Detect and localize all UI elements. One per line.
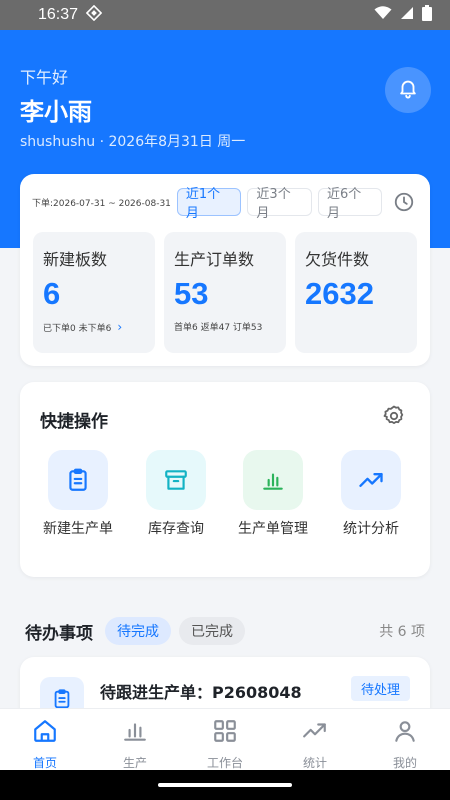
tab-workbench[interactable]: 工作台 (180, 709, 270, 770)
home-icon (32, 718, 58, 748)
quick-actions-title: 快捷操作 (40, 412, 108, 432)
settings-gear-icon[interactable] (382, 404, 406, 428)
bell-icon (397, 77, 419, 103)
bar-chart-icon (243, 450, 303, 510)
quick-statistics-analysis[interactable]: 统计分析 (326, 450, 416, 538)
notification-button[interactable] (385, 67, 431, 113)
quick-inventory-query[interactable]: 库存查询 (131, 450, 221, 538)
stat-value: 53 (174, 276, 209, 311)
quick-action-label: 新建生产单 (43, 521, 113, 537)
grid-icon (212, 718, 238, 748)
archive-box-icon (146, 450, 206, 510)
quick-actions-card: 快捷操作 新建生产单 库存查询 生产单管理 统计分析 (20, 382, 430, 577)
chevron-right-icon[interactable]: › (117, 320, 122, 334)
tab-label: 统计 (302, 756, 327, 770)
filter-completed[interactable]: 已完成 (179, 617, 245, 645)
todo-item-title: 待跟进生产单：P2608048 (100, 683, 302, 702)
stat-sub-text: 首单6 返单47 订单53 (174, 323, 263, 333)
stat-production-orders[interactable]: 生产订单数 53 首单6 返单47 订单53 (164, 232, 286, 353)
quick-new-production-order[interactable]: 新建生产单 (33, 450, 123, 538)
quick-action-label: 库存查询 (148, 521, 204, 537)
range-1-month[interactable]: 近1个月 (176, 187, 242, 221)
stats-card: 下单:2026-07-31 ~ 2026-08-31 近1个月 近3个月 近6个… (20, 174, 430, 366)
filter-pending[interactable]: 待完成 (105, 617, 171, 645)
quick-action-label: 生产单管理 (238, 521, 308, 537)
tab-label: 首页 (32, 756, 57, 770)
stat-sub-text: 已下单0 未下单6 (43, 323, 112, 334)
user-icon (392, 718, 418, 748)
stat-value: 2632 (305, 276, 374, 311)
date-range-row: 下单:2026-07-31 ~ 2026-08-31 近1个月 近3个月 近6个… (32, 187, 418, 221)
status-badge: 待处理 (350, 676, 410, 701)
status-bar: 16:37 (0, 0, 450, 30)
clock-icon[interactable] (390, 188, 418, 216)
stat-label: 新建板数 (43, 250, 108, 269)
greeting-text: 下午好 (20, 68, 69, 87)
trend-up-icon (301, 718, 329, 748)
date-range-text: 下单:2026-07-31 ~ 2026-08-31 (32, 198, 171, 209)
tab-statistics[interactable]: 统计 (270, 709, 360, 770)
todo-count: 共 6 项 (379, 624, 425, 640)
range-6-months[interactable]: 近6个月 (317, 187, 383, 221)
tab-home[interactable]: 首页 (0, 709, 90, 770)
home-gesture-handle[interactable] (158, 783, 292, 787)
stat-value: 6 (43, 276, 61, 311)
tab-label: 工作台 (206, 756, 243, 770)
tab-profile[interactable]: 我的 (360, 709, 450, 770)
user-name: 李小雨 (20, 98, 92, 126)
system-navigation-bar (0, 770, 450, 800)
stat-label: 欠货件数 (305, 250, 370, 269)
todo-header: 待办事项 待完成 已完成 共 6 项 (25, 617, 425, 645)
battery-icon (422, 5, 432, 25)
quick-production-management[interactable]: 生产单管理 (228, 450, 318, 538)
stat-backorder-items[interactable]: 欠货件数 2632 (295, 232, 417, 353)
app-notification-icon (85, 4, 103, 25)
bottom-tab-bar: 首页 生产 工作台 统计 我的 (0, 708, 450, 770)
quick-action-label: 统计分析 (343, 521, 399, 537)
stat-new-boards[interactable]: 新建板数 6 已下单0 未下单6 › (33, 232, 155, 353)
signal-icon (400, 6, 414, 24)
tab-production[interactable]: 生产 (90, 709, 180, 770)
tab-label: 生产 (122, 756, 147, 770)
stat-sub-row: 已下单0 未下单6 › (43, 320, 145, 334)
trend-up-icon (341, 450, 401, 510)
range-3-months[interactable]: 近3个月 (247, 187, 312, 221)
stat-label: 生产订单数 (174, 250, 255, 269)
clipboard-icon (48, 450, 108, 510)
status-time: 16:37 (38, 6, 79, 23)
account-date-line: shushushu · 2026年8月31日 周一 (20, 134, 246, 150)
bar-chart-icon (122, 718, 148, 748)
tab-label: 我的 (392, 756, 417, 770)
wifi-icon (374, 6, 392, 24)
stat-sub-row: 首单6 返单47 订单53 (174, 320, 276, 333)
todo-title: 待办事项 (25, 623, 93, 644)
